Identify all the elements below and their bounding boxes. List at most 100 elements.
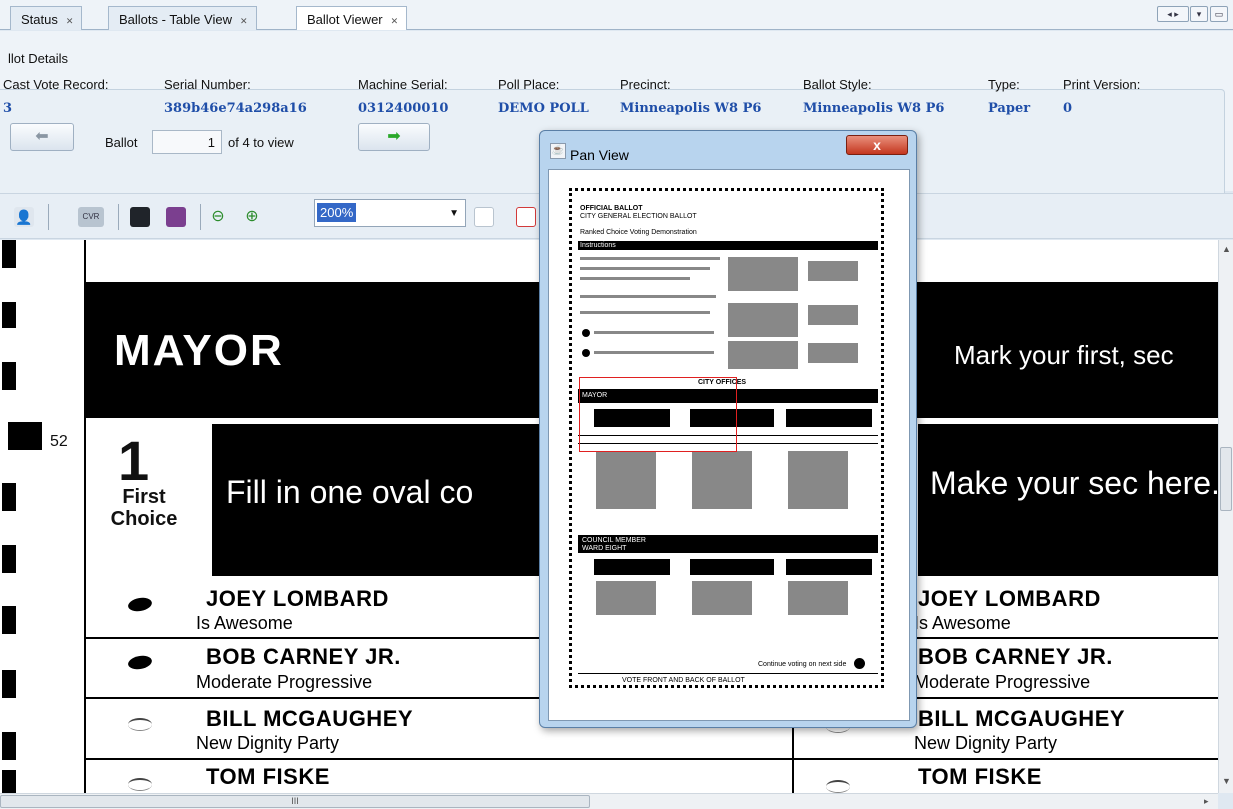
tab-ballots-table-view[interactable]: Ballots - Table View ✕	[108, 6, 257, 30]
tab-status[interactable]: Status ✕	[10, 6, 83, 30]
contest-instruction: Mark your first, sec	[954, 340, 1174, 370]
user-icon[interactable]: 👤	[14, 207, 34, 227]
java-app-icon: ☕	[550, 143, 566, 159]
mini-example-image	[728, 303, 798, 337]
mini-choice-header	[594, 559, 670, 575]
serial-number-value: 389b46e74a298a16	[164, 101, 307, 116]
mini-text-line	[580, 277, 690, 280]
page-red-icon[interactable]	[516, 207, 536, 227]
ballot-style-label: Ballot Style:	[803, 77, 872, 92]
close-button[interactable]: x	[846, 135, 908, 155]
toolbar-separator	[48, 204, 49, 230]
pan-view-dialog[interactable]: ☕ Pan View x OFFICIAL BALLOT CITY GENERA…	[539, 130, 917, 728]
candidate-party: New Dignity Party	[196, 733, 340, 753]
vote-oval-filled	[127, 596, 153, 613]
zoom-select[interactable]: 200% ▼	[314, 199, 466, 227]
mini-candidates	[788, 451, 848, 509]
timing-mark	[2, 770, 16, 793]
scroll-down-icon[interactable]: ▼	[1222, 776, 1231, 786]
scroll-thumb[interactable]	[1220, 447, 1232, 511]
mini-choice-header	[690, 559, 774, 575]
vote-oval-filled	[127, 654, 153, 671]
pan-view-body[interactable]: OFFICIAL BALLOT CITY GENERAL ELECTION BA…	[548, 169, 910, 721]
scroll-right-icon[interactable]: ▸	[1204, 796, 1209, 807]
ballot-number-input[interactable]: 1	[152, 130, 222, 154]
tab-label: Status	[21, 12, 58, 27]
ballot-style-value: Minneapolis W8 P6	[803, 101, 945, 116]
precinct-value: Minneapolis W8 P6	[620, 101, 762, 116]
print-version-value: 0	[1063, 101, 1073, 116]
arrow-right-icon: ➡	[387, 128, 401, 145]
second-choice-instruction-box: Make your sec here.	[918, 424, 1218, 576]
cvr-icon[interactable]: CVR	[78, 207, 104, 227]
candidate-name: BOB CARNEY JR.	[206, 644, 401, 669]
mini-footer-text: VOTE FRONT AND BACK OF BALLOT	[622, 677, 745, 684]
first-choice-label: First Choice	[110, 486, 178, 530]
precinct-label: Precinct:	[620, 77, 671, 92]
zoom-in-icon[interactable]: ⊕	[242, 207, 262, 227]
mini-election-title: CITY GENERAL ELECTION BALLOT	[580, 213, 697, 220]
zoom-out-icon[interactable]: ⊖	[208, 207, 228, 227]
vote-oval-empty	[128, 778, 152, 791]
mini-candidates	[596, 451, 656, 509]
candidate-name: JOEY LOMBARD	[918, 586, 1101, 611]
save-icon[interactable]	[130, 207, 150, 227]
section-title: llot Details	[8, 51, 68, 66]
mini-example-text	[808, 305, 858, 325]
page-icon[interactable]	[474, 207, 494, 227]
close-tab-icon[interactable]: ✕	[240, 16, 248, 26]
previous-ballot-button[interactable]: ⬅	[10, 123, 74, 151]
candidate-name: BOB CARNEY JR.	[918, 644, 1113, 669]
candidate-party: Is Awesome	[914, 613, 1011, 633]
close-tab-icon[interactable]: ✕	[391, 16, 399, 26]
mini-example-image	[728, 257, 798, 291]
mini-choice-header	[786, 559, 872, 575]
mini-official-title: OFFICIAL BALLOT	[580, 205, 643, 212]
timing-mark	[2, 240, 16, 268]
timing-mark	[2, 606, 16, 634]
mini-text-line	[580, 257, 720, 260]
viewport-indicator[interactable]	[579, 377, 737, 452]
mini-council-label: COUNCIL MEMBER WARD EIGHT	[582, 537, 646, 552]
machine-serial-label: Machine Serial:	[358, 77, 448, 92]
first-choice-instruction: Fill in one oval co	[226, 474, 474, 510]
tab-ballot-viewer[interactable]: Ballot Viewer ✕	[296, 6, 408, 30]
mini-text-line	[594, 331, 714, 334]
scroll-up-icon[interactable]: ▲	[1222, 244, 1231, 254]
mini-example-image	[728, 341, 798, 369]
maximize-icon[interactable]: ▭	[1210, 6, 1228, 22]
horizontal-scrollbar[interactable]: III ▸	[0, 793, 1218, 809]
mini-council-bar: COUNCIL MEMBER WARD EIGHT	[578, 535, 878, 553]
mini-choice-header	[786, 409, 872, 427]
candidate-name: TOM FISKE	[918, 764, 1042, 789]
mini-instructions-bar: Instructions	[578, 241, 878, 250]
print-icon[interactable]	[166, 207, 186, 227]
mini-candidates	[596, 581, 656, 615]
serial-number-label: Serial Number:	[164, 77, 251, 92]
vertical-scrollbar[interactable]: ▲ ▼	[1218, 240, 1233, 793]
candidate-party: Is Awesome	[196, 613, 293, 633]
candidate-party: Moderate Progressive	[196, 672, 373, 692]
mini-text-line	[594, 351, 714, 354]
mini-example-text	[808, 261, 858, 281]
mini-continue-text: Continue voting on next side	[758, 661, 847, 668]
toolbar-separator	[200, 204, 201, 230]
mini-row-line	[578, 673, 878, 674]
ballot-label: Ballot	[105, 135, 138, 150]
vote-oval-empty	[128, 718, 152, 731]
tab-label: Ballots - Table View	[119, 12, 232, 27]
mini-text-line	[580, 267, 710, 270]
minimize-icon[interactable]: ▾	[1190, 6, 1208, 22]
second-choice-instruction: Make your sec here.	[930, 465, 1218, 501]
first-choice-number: 1	[118, 429, 150, 492]
tab-bar: Status ✕ Ballots - Table View ✕ Ballot Vie…	[0, 0, 1233, 30]
scroll-thumb[interactable]: III	[0, 795, 590, 808]
chevron-down-icon[interactable]: ▼	[449, 208, 459, 219]
timing-mark	[2, 670, 16, 698]
candidate-party: Moderate Progressive	[914, 672, 1091, 692]
close-tab-icon[interactable]: ✕	[66, 16, 74, 26]
tab-scroll-arrows-icon[interactable]: ◂ ▸	[1157, 6, 1189, 22]
next-ballot-button[interactable]: ➡	[358, 123, 430, 151]
first-choice-instruction-box: Fill in one oval co	[212, 424, 542, 576]
mini-example-text	[808, 343, 858, 363]
